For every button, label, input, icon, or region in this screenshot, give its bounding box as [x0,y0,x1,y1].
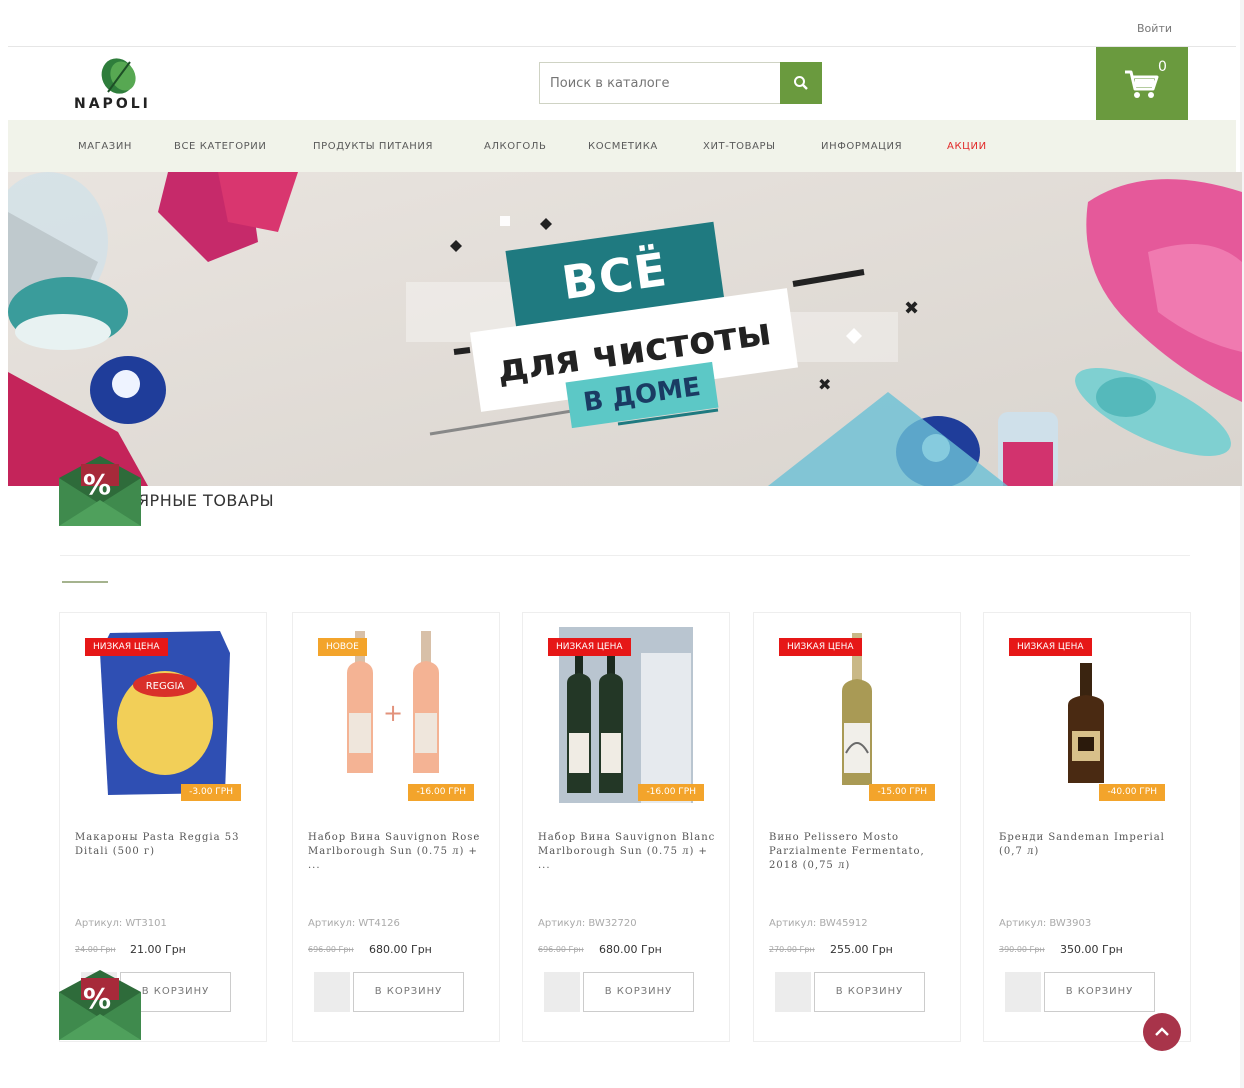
discount-symbol: % [83,982,112,1015]
quantity-input[interactable] [1005,972,1041,1012]
product-name[interactable]: Вино Pelissero Mosto Parzialmente Fermen… [769,831,947,873]
product-badge: НИЗКАЯ ЦЕНА [1009,638,1092,656]
nav-item-promotions[interactable]: АКЦИИ [947,141,987,152]
product-badge: НИЗКАЯ ЦЕНА [548,638,631,656]
scroll-to-top-button[interactable] [1143,1013,1181,1051]
old-price: 390.00 Грн [999,945,1045,954]
product-name[interactable]: Набор Вина Sauvignon Blanc Marlborough S… [538,831,716,873]
current-price: 680.00 Грн [369,943,432,956]
quantity-input[interactable] [314,972,350,1012]
product-badge: НОВОЕ [318,638,367,656]
product-card[interactable]: НИЗКАЯ ЦЕНА -40.00 ГРН Бренди Sandeman I… [983,612,1191,1042]
svg-text:+: + [383,699,403,727]
nav-item-shop[interactable]: МАГАЗИН [78,141,132,152]
old-price: 24.00 Грн [75,945,116,954]
cart-button[interactable]: 0 [1096,47,1188,120]
cart-count-badge: 0 [1158,59,1167,75]
catalog-search [539,62,822,104]
site-logo[interactable]: NAPOLI [74,58,164,118]
search-icon [794,76,808,90]
product-badge: НИЗКАЯ ЦЕНА [85,638,168,656]
product-sku: Артикул: WT3101 [75,918,167,929]
product-card[interactable]: + НОВОЕ -16.00 ГРН Набор Вина Sauvignon … [292,612,500,1042]
leaf-logo-icon [101,58,136,94]
product-name[interactable]: Бренди Sandeman Imperial (0,7 л) [999,831,1177,859]
banner-tagline: в доме [581,371,703,419]
nav-item-food[interactable]: ПРОДУКТЫ ПИТАНИЯ [313,141,433,152]
svg-text:✖: ✖ [904,298,919,319]
discount-badge: -16.00 ГРН [638,784,704,801]
page-scroll-edge [1240,0,1244,1088]
quantity-input[interactable] [544,972,580,1012]
current-price: 350.00 Грн [1060,943,1123,956]
current-price: 680.00 Грн [599,943,662,956]
product-sku: Артикул: BW45912 [769,918,868,929]
search-input[interactable] [540,63,780,103]
add-to-cart-button[interactable]: В КОРЗИНУ [353,972,464,1012]
current-price: 21.00 Грн [130,943,186,956]
old-price: 696.00 Грн [538,945,584,954]
nav-item-info[interactable]: ИНФОРМАЦИЯ [821,141,902,152]
product-sku: Артикул: BW32720 [538,918,637,929]
current-price: 255.00 Грн [830,943,893,956]
section-title: ПОПУЛЯРНЫЕ ТОВАРЫ [77,491,274,510]
old-price: 696.00 Грн [308,945,354,954]
banner-headline: ВСЁ [558,241,672,311]
promo-envelope-badge[interactable]: % [59,456,141,526]
add-to-cart-button[interactable]: В КОРЗИНУ [1044,972,1155,1012]
old-price: 270.00 Грн [769,945,815,954]
svg-text:REGGIA: REGGIA [146,681,185,692]
nav-item-cosmetics[interactable]: КОСМЕТИКА [588,141,658,152]
section-divider [60,555,1190,556]
floating-promo-badge[interactable]: % [59,970,141,1040]
nav-item-alcohol[interactable]: АЛКОГОЛЬ [484,141,546,152]
product-name[interactable]: Макароны Pasta Reggia 53 Ditali (500 г) [75,831,253,859]
discount-badge: -3.00 ГРН [181,784,241,801]
top-bar: Войти [8,0,1236,47]
discount-badge: -40.00 ГРН [1099,784,1165,801]
product-sku: Артикул: WT4126 [308,918,400,929]
chevron-up-icon [1155,1027,1169,1036]
product-card[interactable]: НИЗКАЯ ЦЕНА -15.00 ГРН Вино Pelissero Mo… [753,612,961,1042]
discount-badge: -16.00 ГРН [408,784,474,801]
search-button[interactable] [780,62,822,104]
quantity-input[interactable] [775,972,811,1012]
login-link[interactable]: Войти [1137,22,1172,35]
product-sku: Артикул: BW3903 [999,918,1092,929]
shopping-cart-icon [1125,70,1159,98]
nav-item-hits[interactable]: ХИТ-ТОВАРЫ [703,141,776,152]
discount-badge: -15.00 ГРН [869,784,935,801]
product-card[interactable]: НИЗКАЯ ЦЕНА -16.00 ГРН Набор Вина Sauvig… [522,612,730,1042]
main-navigation: МАГАЗИН ВСЕ КАТЕГОРИИ ПРОДУКТЫ ПИТАНИЯ А… [8,120,1236,172]
discount-symbol: % [83,468,112,501]
logo-text: NAPOLI [74,96,151,112]
add-to-cart-button[interactable]: В КОРЗИНУ [814,972,925,1012]
add-to-cart-button[interactable]: В КОРЗИНУ [583,972,694,1012]
nav-item-all-categories[interactable]: ВСЕ КАТЕГОРИИ [174,141,266,152]
product-name[interactable]: Набор Вина Sauvignon Rose Marlborough Su… [308,831,486,873]
svg-text:✖: ✖ [818,375,831,394]
hero-banner[interactable]: ✖ ✖ ВСЁ для чистоты в доме [8,172,1242,486]
product-badge: НИЗКАЯ ЦЕНА [779,638,862,656]
section-title-underline [62,581,108,583]
